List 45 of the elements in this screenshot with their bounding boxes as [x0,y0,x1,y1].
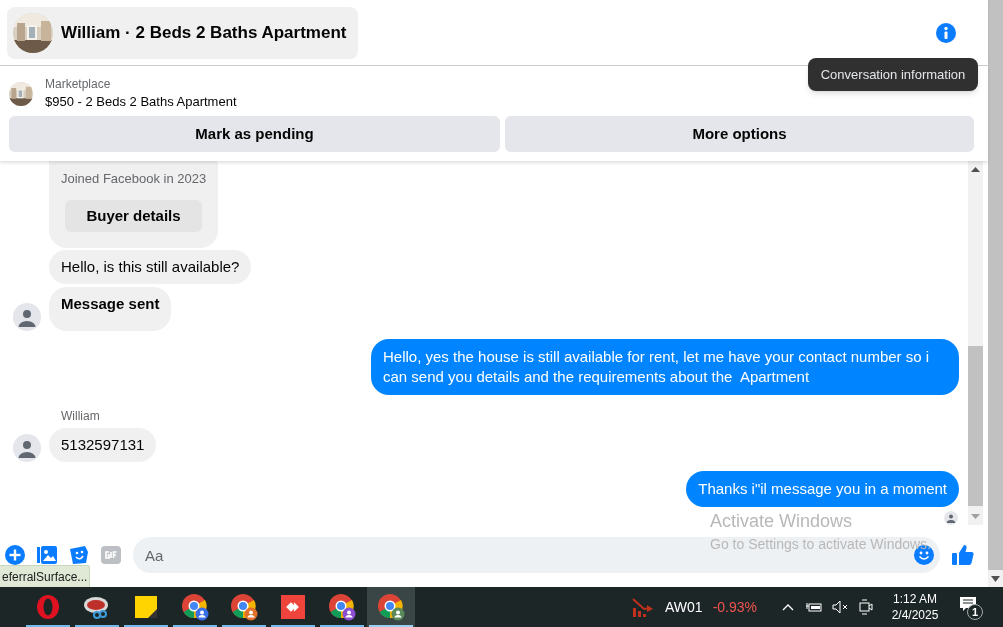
clock-time: 1:12 AM [893,591,937,607]
sticker-icon[interactable] [69,545,89,565]
buyer-joined-text: Joined Facebook in 2023 [61,171,207,187]
message-bubble: 5132597131 [49,428,157,462]
clock-date: 2/4/2025 [891,607,939,623]
activation-notice-text: Go to Settings to activate Windows. [710,535,931,554]
scrollbar[interactable] [988,0,1003,587]
add-icon[interactable] [5,545,25,565]
sender-name: William [61,409,100,423]
taskbar-app[interactable] [367,587,415,627]
mark-pending-button[interactable]: Mark as pending [9,116,500,152]
browser-icon [181,593,209,621]
buyer-details-button[interactable]: Buyer details [65,200,202,232]
opera-icon [34,593,62,621]
stock-change: -0.93% [712,597,757,617]
tooltip: Conversation information [808,58,978,91]
activation-notice-title: Activate Windows [710,510,854,533]
scrollbar[interactable] [968,161,983,525]
browser-icon [230,593,258,621]
more-options-button[interactable]: More options [505,116,974,152]
message-bubble: Hello, is this still available? [49,250,252,284]
seen-avatar-icon [944,511,958,525]
image-icon[interactable] [37,545,57,565]
battery-icon[interactable] [806,601,822,613]
browser-icon [377,593,405,621]
browser-icon [328,593,356,621]
sticky-note-icon [132,593,160,621]
like-icon[interactable] [952,544,974,566]
conversation-title: William · 2 Beds 2 Baths Apartment [61,21,347,44]
notification-button[interactable]: 1 [955,594,985,620]
stock-ticker: AW01 [665,597,703,617]
clock[interactable]: 1:12 AM 2/4/2025 [887,591,943,623]
info-icon[interactable] [936,22,956,43]
muted-speaker-icon[interactable] [832,600,848,614]
remote-desktop-icon [279,593,307,621]
chevron-up-icon[interactable] [782,603,794,611]
listing-title[interactable]: $950 - 2 Beds 2 Baths Apartment [45,92,237,112]
notification-count: 1 [967,604,983,620]
message-bubble: Hello, yes the house is still available for rent, let me have your contact number so i can send you details and the requirements about the Apartment [371,339,959,395]
message-bubble: Message sent [49,287,172,331]
status-bubble: eferralSurface... [0,565,91,587]
camera-icon[interactable] [859,599,873,615]
conversation-header[interactable]: William · 2 Beds 2 Baths Apartment [7,6,359,59]
message-bubble: Thanks i"il message you in a moment [686,471,959,507]
listing-label: Marketplace [45,76,112,92]
